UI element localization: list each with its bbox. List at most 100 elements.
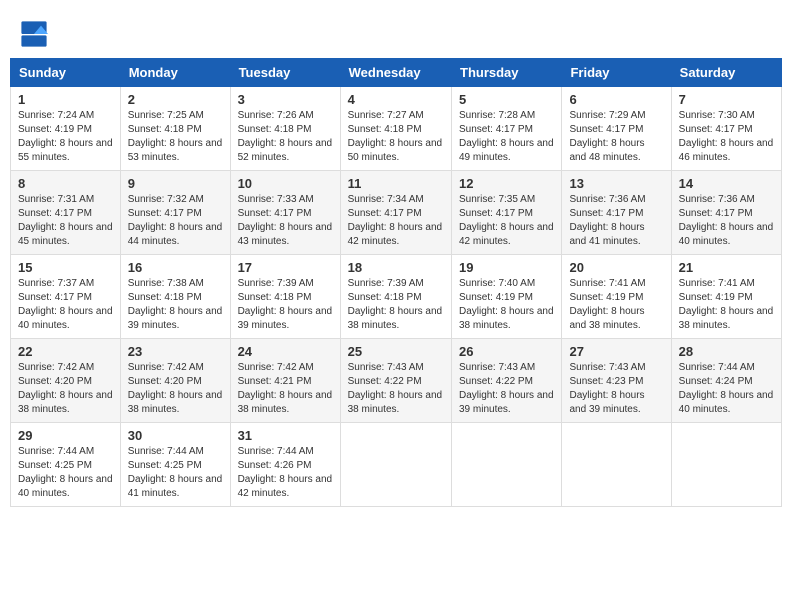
sunrise-text: Sunrise: 7:40 AM: [459, 278, 535, 289]
calendar-cell: [452, 423, 562, 507]
weekday-header-saturday: Saturday: [671, 59, 781, 87]
daylight-text: Daylight: 8 hours and 38 minutes.: [348, 390, 443, 415]
calendar-cell: 20 Sunrise: 7:41 AM Sunset: 4:19 PM Dayl…: [562, 255, 671, 339]
calendar-cell: 12 Sunrise: 7:35 AM Sunset: 4:17 PM Dayl…: [452, 171, 562, 255]
weekday-header-tuesday: Tuesday: [230, 59, 340, 87]
sunrise-text: Sunrise: 7:32 AM: [128, 194, 204, 205]
calendar-cell: 14 Sunrise: 7:36 AM Sunset: 4:17 PM Dayl…: [671, 171, 781, 255]
sunset-text: Sunset: 4:17 PM: [18, 292, 92, 303]
daylight-text: Daylight: 8 hours and 41 minutes.: [128, 474, 223, 499]
day-number: 31: [238, 428, 333, 443]
calendar-cell: 16 Sunrise: 7:38 AM Sunset: 4:18 PM Dayl…: [120, 255, 230, 339]
daylight-text: Daylight: 8 hours and 38 minutes.: [238, 390, 333, 415]
day-number: 28: [679, 344, 774, 359]
calendar-cell: 15 Sunrise: 7:37 AM Sunset: 4:17 PM Dayl…: [11, 255, 121, 339]
sunset-text: Sunset: 4:18 PM: [238, 292, 312, 303]
daylight-text: Daylight: 8 hours and 38 minutes.: [348, 306, 443, 331]
sunrise-text: Sunrise: 7:25 AM: [128, 110, 204, 121]
daylight-text: Daylight: 8 hours and 41 minutes.: [569, 222, 644, 247]
sunrise-text: Sunrise: 7:44 AM: [18, 446, 94, 457]
day-info: Sunrise: 7:32 AM Sunset: 4:17 PM Dayligh…: [128, 193, 223, 249]
day-info: Sunrise: 7:39 AM Sunset: 4:18 PM Dayligh…: [238, 277, 333, 333]
day-info: Sunrise: 7:44 AM Sunset: 4:26 PM Dayligh…: [238, 445, 333, 501]
day-number: 26: [459, 344, 554, 359]
day-number: 18: [348, 260, 444, 275]
calendar-cell: 2 Sunrise: 7:25 AM Sunset: 4:18 PM Dayli…: [120, 87, 230, 171]
sunset-text: Sunset: 4:17 PM: [679, 124, 753, 135]
sunrise-text: Sunrise: 7:42 AM: [238, 362, 314, 373]
day-number: 30: [128, 428, 223, 443]
day-number: 22: [18, 344, 113, 359]
sunset-text: Sunset: 4:17 PM: [128, 208, 202, 219]
sunset-text: Sunset: 4:19 PM: [569, 292, 643, 303]
sunrise-text: Sunrise: 7:34 AM: [348, 194, 424, 205]
sunset-text: Sunset: 4:19 PM: [679, 292, 753, 303]
day-number: 12: [459, 176, 554, 191]
calendar-cell: 9 Sunrise: 7:32 AM Sunset: 4:17 PM Dayli…: [120, 171, 230, 255]
day-number: 19: [459, 260, 554, 275]
sunrise-text: Sunrise: 7:38 AM: [128, 278, 204, 289]
sunset-text: Sunset: 4:17 PM: [238, 208, 312, 219]
daylight-text: Daylight: 8 hours and 48 minutes.: [569, 138, 644, 163]
calendar-week-row: 29 Sunrise: 7:44 AM Sunset: 4:25 PM Dayl…: [11, 423, 782, 507]
calendar-cell: [340, 423, 451, 507]
sunset-text: Sunset: 4:25 PM: [18, 460, 92, 471]
sunrise-text: Sunrise: 7:36 AM: [569, 194, 645, 205]
daylight-text: Daylight: 8 hours and 39 minutes.: [238, 306, 333, 331]
sunset-text: Sunset: 4:18 PM: [238, 124, 312, 135]
weekday-header-wednesday: Wednesday: [340, 59, 451, 87]
calendar-cell: 24 Sunrise: 7:42 AM Sunset: 4:21 PM Dayl…: [230, 339, 340, 423]
day-info: Sunrise: 7:41 AM Sunset: 4:19 PM Dayligh…: [569, 277, 663, 333]
daylight-text: Daylight: 8 hours and 49 minutes.: [459, 138, 554, 163]
calendar-cell: 30 Sunrise: 7:44 AM Sunset: 4:25 PM Dayl…: [120, 423, 230, 507]
day-number: 23: [128, 344, 223, 359]
day-info: Sunrise: 7:42 AM Sunset: 4:20 PM Dayligh…: [18, 361, 113, 417]
weekday-header-friday: Friday: [562, 59, 671, 87]
calendar-cell: 29 Sunrise: 7:44 AM Sunset: 4:25 PM Dayl…: [11, 423, 121, 507]
day-number: 6: [569, 92, 663, 107]
sunrise-text: Sunrise: 7:24 AM: [18, 110, 94, 121]
calendar-cell: 6 Sunrise: 7:29 AM Sunset: 4:17 PM Dayli…: [562, 87, 671, 171]
weekday-header-thursday: Thursday: [452, 59, 562, 87]
sunset-text: Sunset: 4:22 PM: [348, 376, 422, 387]
day-number: 4: [348, 92, 444, 107]
calendar-cell: 10 Sunrise: 7:33 AM Sunset: 4:17 PM Dayl…: [230, 171, 340, 255]
calendar-cell: 13 Sunrise: 7:36 AM Sunset: 4:17 PM Dayl…: [562, 171, 671, 255]
logo: [20, 20, 52, 48]
sunset-text: Sunset: 4:18 PM: [128, 292, 202, 303]
calendar-cell: 1 Sunrise: 7:24 AM Sunset: 4:19 PM Dayli…: [11, 87, 121, 171]
day-info: Sunrise: 7:26 AM Sunset: 4:18 PM Dayligh…: [238, 109, 333, 165]
day-info: Sunrise: 7:39 AM Sunset: 4:18 PM Dayligh…: [348, 277, 444, 333]
day-info: Sunrise: 7:35 AM Sunset: 4:17 PM Dayligh…: [459, 193, 554, 249]
sunrise-text: Sunrise: 7:43 AM: [348, 362, 424, 373]
sunset-text: Sunset: 4:20 PM: [18, 376, 92, 387]
calendar-cell: [671, 423, 781, 507]
daylight-text: Daylight: 8 hours and 43 minutes.: [238, 222, 333, 247]
daylight-text: Daylight: 8 hours and 53 minutes.: [128, 138, 223, 163]
day-number: 2: [128, 92, 223, 107]
day-number: 27: [569, 344, 663, 359]
sunrise-text: Sunrise: 7:41 AM: [679, 278, 755, 289]
day-info: Sunrise: 7:42 AM Sunset: 4:21 PM Dayligh…: [238, 361, 333, 417]
sunrise-text: Sunrise: 7:44 AM: [679, 362, 755, 373]
daylight-text: Daylight: 8 hours and 46 minutes.: [679, 138, 774, 163]
sunrise-text: Sunrise: 7:27 AM: [348, 110, 424, 121]
sunrise-text: Sunrise: 7:41 AM: [569, 278, 645, 289]
weekday-header-sunday: Sunday: [11, 59, 121, 87]
daylight-text: Daylight: 8 hours and 40 minutes.: [18, 474, 113, 499]
day-number: 20: [569, 260, 663, 275]
daylight-text: Daylight: 8 hours and 50 minutes.: [348, 138, 443, 163]
calendar-cell: 25 Sunrise: 7:43 AM Sunset: 4:22 PM Dayl…: [340, 339, 451, 423]
day-number: 10: [238, 176, 333, 191]
day-number: 8: [18, 176, 113, 191]
sunrise-text: Sunrise: 7:30 AM: [679, 110, 755, 121]
sunrise-text: Sunrise: 7:42 AM: [128, 362, 204, 373]
daylight-text: Daylight: 8 hours and 42 minutes.: [238, 474, 333, 499]
day-info: Sunrise: 7:43 AM Sunset: 4:22 PM Dayligh…: [348, 361, 444, 417]
day-info: Sunrise: 7:44 AM Sunset: 4:25 PM Dayligh…: [128, 445, 223, 501]
sunset-text: Sunset: 4:19 PM: [18, 124, 92, 135]
daylight-text: Daylight: 8 hours and 39 minutes.: [128, 306, 223, 331]
day-number: 9: [128, 176, 223, 191]
day-info: Sunrise: 7:28 AM Sunset: 4:17 PM Dayligh…: [459, 109, 554, 165]
daylight-text: Daylight: 8 hours and 40 minutes.: [679, 222, 774, 247]
